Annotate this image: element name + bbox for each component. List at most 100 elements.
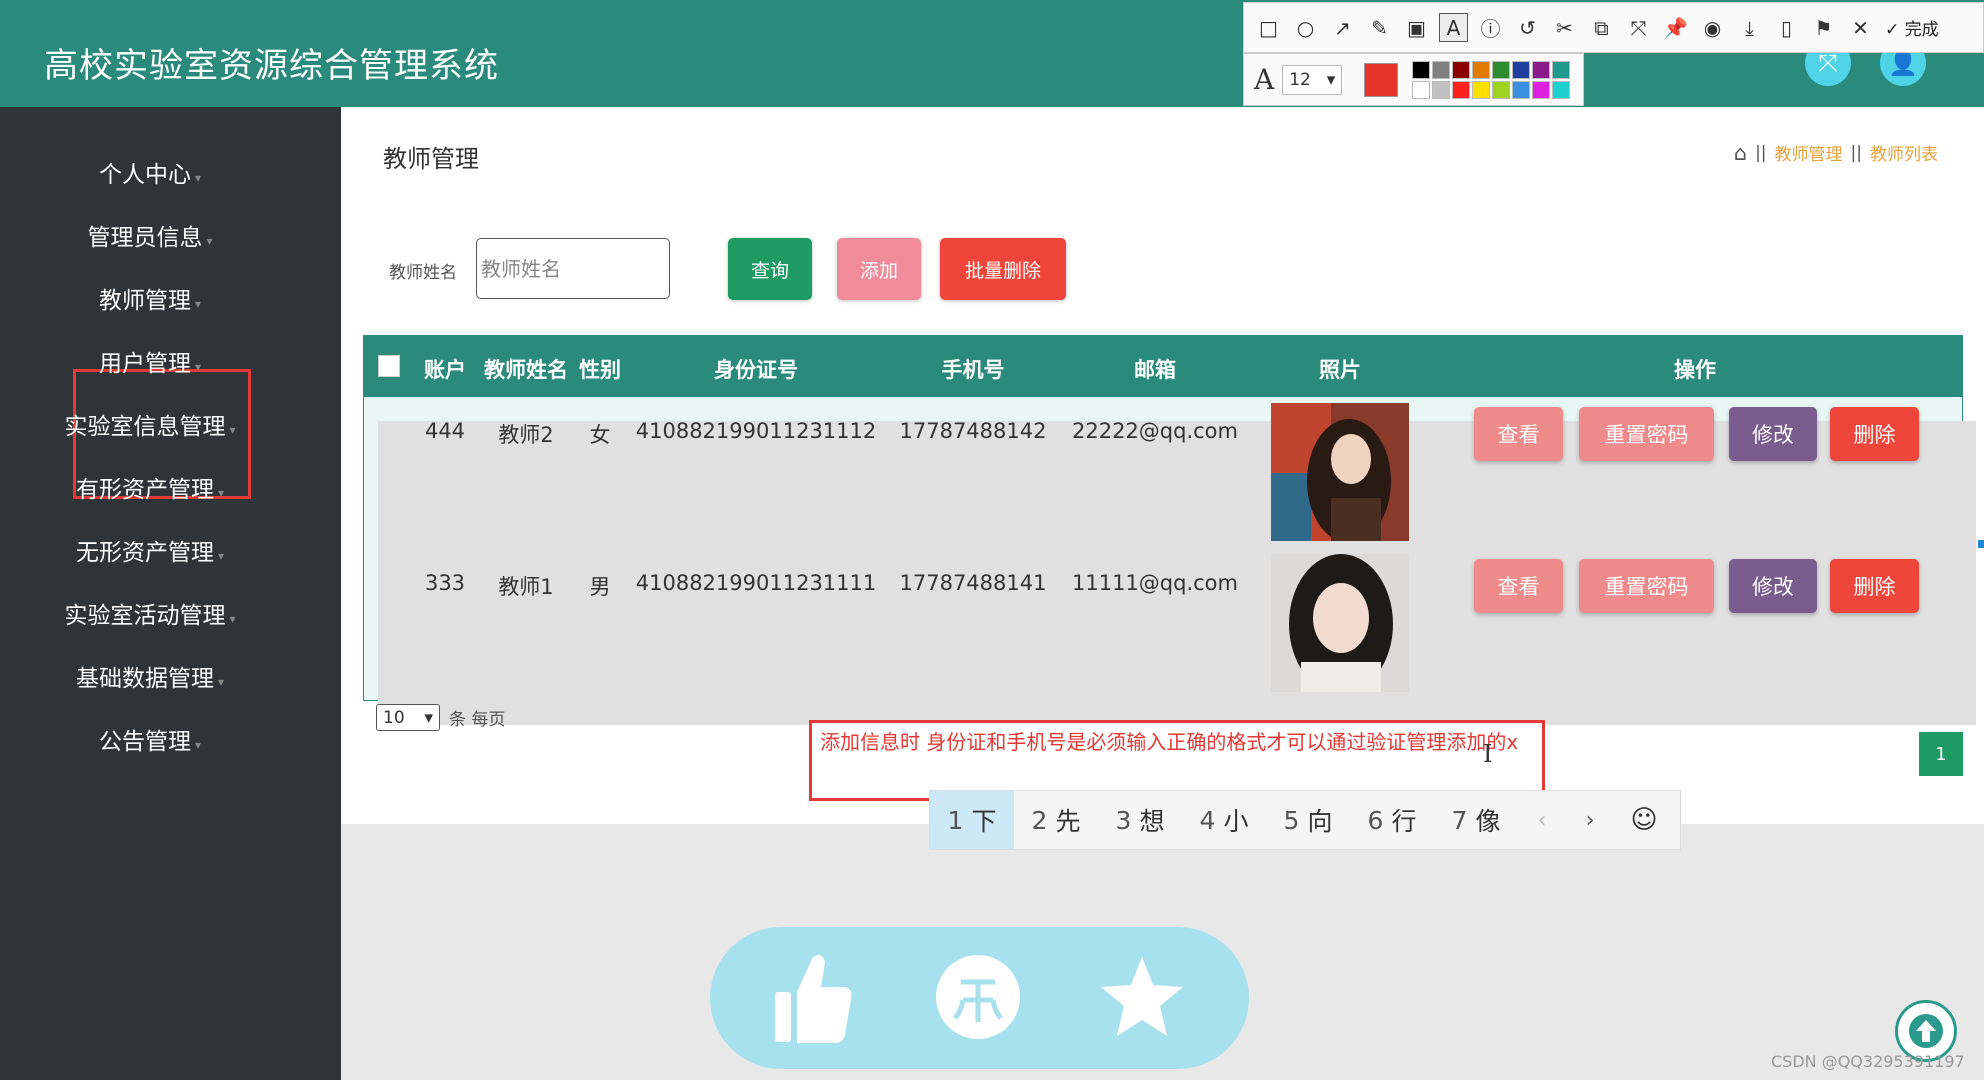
- app-title: 高校实验室资源综合管理系统: [44, 46, 499, 86]
- color-swatch[interactable]: [1472, 60, 1491, 79]
- sidebar-item[interactable]: 教师管理 ▾: [0, 281, 300, 315]
- edit-button[interactable]: 修改: [1729, 559, 1817, 613]
- home-icon[interactable]: ⌂: [1734, 141, 1747, 165]
- color-swatch[interactable]: [1492, 80, 1511, 99]
- ocr-icon[interactable]: ⧉: [1587, 13, 1616, 42]
- cell-account: 333: [424, 571, 466, 595]
- delete-button[interactable]: 删除: [1830, 407, 1919, 461]
- color-swatch[interactable]: [1532, 60, 1551, 79]
- ime-candidate[interactable]: 4小: [1182, 791, 1266, 849]
- sidebar-item[interactable]: 有形资产管理 ▾: [0, 470, 300, 504]
- done-button[interactable]: ✓ 完成: [1885, 15, 1939, 40]
- breadcrumb-item[interactable]: 教师列表: [1870, 140, 1938, 165]
- undo-icon[interactable]: ↺: [1513, 13, 1542, 42]
- table-row: 444 教师2 女 410882199011231112 17787488142…: [364, 397, 1976, 573]
- sidebar-item-label: 实验室信息管理: [64, 414, 226, 440]
- cut-icon[interactable]: ✂: [1550, 13, 1579, 42]
- coin-icon[interactable]: [928, 947, 1028, 1047]
- color-swatch[interactable]: [1412, 60, 1431, 79]
- ime-candidate[interactable]: 1下: [930, 791, 1014, 849]
- rectangle-icon[interactable]: □: [1254, 13, 1283, 42]
- teacher-photo: [1271, 554, 1409, 692]
- chevron-left-icon[interactable]: ‹: [1518, 808, 1566, 833]
- pen-icon[interactable]: ✎: [1365, 13, 1394, 42]
- text-icon[interactable]: A: [1439, 13, 1468, 42]
- page-size-value: 10: [383, 707, 405, 728]
- color-swatch[interactable]: [1552, 60, 1571, 79]
- edit-button[interactable]: 修改: [1729, 407, 1817, 461]
- font-style-icon[interactable]: A: [1254, 63, 1274, 96]
- thumbs-up-icon[interactable]: [760, 947, 860, 1047]
- add-button[interactable]: 添加: [837, 238, 921, 300]
- sidebar-item[interactable]: 用户管理 ▾: [0, 344, 300, 378]
- number-icon[interactable]: ⓘ: [1476, 13, 1505, 42]
- breadcrumb-item[interactable]: 教师管理: [1775, 140, 1843, 165]
- ime-candidate[interactable]: 7像: [1434, 791, 1518, 849]
- select-all-checkbox[interactable]: [378, 355, 400, 377]
- batch-delete-button[interactable]: 批量删除: [940, 238, 1066, 300]
- sidebar-item-label: 实验室活动管理: [64, 603, 226, 629]
- color-swatch[interactable]: [1452, 80, 1471, 99]
- star-icon[interactable]: [1092, 947, 1192, 1047]
- page-number-button[interactable]: 1: [1919, 732, 1963, 776]
- reset-password-button[interactable]: 重置密码: [1579, 407, 1714, 461]
- sidebar-item-label: 个人中心: [98, 162, 191, 188]
- sidebar-item[interactable]: 个人中心 ▾: [0, 155, 300, 189]
- font-size-select[interactable]: 12 ▾: [1282, 64, 1343, 95]
- bookmark-icon[interactable]: ⚑: [1809, 13, 1838, 42]
- chevron-down-icon: ▾: [229, 612, 236, 626]
- color-swatch[interactable]: [1552, 80, 1571, 99]
- color-swatch[interactable]: [1492, 60, 1511, 79]
- sidebar-item[interactable]: 实验室信息管理 ▾: [0, 407, 300, 441]
- close-icon[interactable]: ✕: [1846, 13, 1875, 42]
- pin-icon[interactable]: 📌: [1661, 13, 1690, 42]
- page-size-select[interactable]: 10 ▾: [376, 704, 440, 731]
- cell-gender: 女: [589, 423, 611, 447]
- screenshot-toolbar: □ ○ ↗ ✎ ▣ Aⓘ ↺ ✂ ⧉ ⤧ 📌 ◉ ⤓ ▯ ⚑ ✕ ✓ 完成 A 12 ▾: [1243, 2, 1984, 106]
- annotation-text-box[interactable]: 添加信息时 身份证和手机号是必须输入正确的格式才可以通过验证管理添加的x: [809, 720, 1545, 801]
- color-swatch[interactable]: [1432, 60, 1451, 79]
- sidebar-item[interactable]: 管理员信息 ▾: [0, 218, 300, 252]
- color-swatch[interactable]: [1512, 80, 1531, 99]
- delete-button[interactable]: 删除: [1830, 559, 1919, 613]
- color-swatch[interactable]: [1432, 80, 1451, 99]
- ime-candidate[interactable]: 6行: [1350, 791, 1434, 849]
- ellipse-icon[interactable]: ○: [1291, 13, 1320, 42]
- ime-candidate[interactable]: 3想: [1098, 791, 1182, 849]
- color-swatch[interactable]: [1512, 60, 1531, 79]
- color-swatch[interactable]: [1472, 80, 1491, 99]
- chevron-down-icon: ▾: [217, 549, 225, 563]
- ime-candidate[interactable]: 2先: [1014, 791, 1098, 849]
- sidebar-item[interactable]: 基础数据管理 ▾: [0, 659, 300, 693]
- sidebar-item[interactable]: 公告管理 ▾: [0, 722, 300, 756]
- fullscreen-capture-icon[interactable]: ⤧: [1624, 13, 1653, 42]
- current-color-swatch[interactable]: [1364, 62, 1399, 97]
- per-page-label: 条 每页: [449, 710, 506, 730]
- query-button[interactable]: 查询: [728, 238, 812, 300]
- cell-id-card: 410882199011231112: [635, 419, 877, 443]
- record-icon[interactable]: ◉: [1698, 13, 1727, 42]
- view-button[interactable]: 查看: [1474, 407, 1563, 461]
- download-icon[interactable]: ⤓: [1735, 13, 1764, 42]
- color-swatch[interactable]: [1452, 60, 1471, 79]
- save-icon[interactable]: ▯: [1772, 13, 1801, 42]
- ime-candidate[interactable]: 5向: [1266, 791, 1350, 849]
- search-label: 教师姓名: [389, 263, 457, 283]
- color-swatch[interactable]: [1412, 80, 1431, 99]
- cell-gender: 男: [589, 575, 611, 599]
- arrow-icon[interactable]: ↗: [1328, 13, 1357, 42]
- chevron-right-icon[interactable]: ›: [1566, 808, 1614, 833]
- sidebar-item[interactable]: 实验室活动管理 ▾: [0, 596, 300, 630]
- ime-candidate-bar: 1 下 2 先 3 想 4 小 5 向 6 行 7 像 ‹ › ☺: [929, 790, 1681, 850]
- view-button[interactable]: 查看: [1474, 559, 1563, 613]
- sidebar-item[interactable]: 无形资产管理 ▾: [0, 533, 300, 567]
- reset-password-button[interactable]: 重置密码: [1579, 559, 1714, 613]
- font-size-value: 12: [1289, 69, 1311, 90]
- cell-email: 22222@qq.com: [1072, 419, 1238, 443]
- teacher-photo: [1271, 403, 1409, 541]
- mosaic-icon[interactable]: ▣: [1402, 13, 1431, 42]
- chevron-down-icon: ▾: [229, 423, 236, 437]
- teacher-name-search-input[interactable]: [476, 238, 670, 299]
- emoji-icon[interactable]: ☺: [1614, 805, 1674, 835]
- color-swatch[interactable]: [1532, 80, 1551, 99]
